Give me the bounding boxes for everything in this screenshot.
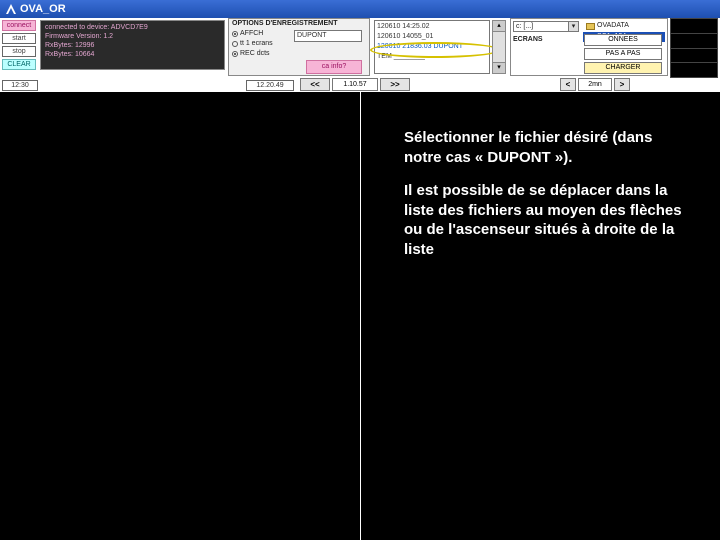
file-row-selected[interactable]: 120610 21836.03 DUPONT <box>377 42 487 52</box>
connect-button[interactable]: connect <box>2 20 36 31</box>
file-row[interactable]: 120610 14:25.02 <box>377 22 487 32</box>
prev-button[interactable]: << <box>300 78 330 91</box>
radio-icon <box>232 41 238 47</box>
window-titlebar: OVA_OR <box>0 0 720 18</box>
slot <box>671 63 717 77</box>
onnees-button[interactable]: ONNEES <box>584 34 662 46</box>
embedded-screenshot: OVA_OR connect start stop CLEAR disconne… <box>0 0 720 92</box>
instruction-text: Sélectionner le fichier désiré (dans not… <box>404 128 694 273</box>
zoom-out-button[interactable]: < <box>560 78 576 91</box>
status-rx2: RxBytes: 10664 <box>45 50 220 59</box>
left-button-column: connect start stop CLEAR <box>2 20 38 72</box>
screens-label: ECRANS <box>513 36 543 43</box>
start-button[interactable]: start <box>2 33 36 44</box>
zoom-in-button[interactable]: > <box>614 78 630 91</box>
file-list[interactable]: 120610 14:25.02 120610 14055_01 120610 2… <box>374 20 490 74</box>
scroll-up-icon[interactable]: ▴ <box>493 21 505 32</box>
mode-button[interactable]: PAS A PAS <box>584 48 662 60</box>
chevron-down-icon: ▾ <box>568 22 578 31</box>
window-title: OVA_OR <box>20 0 66 18</box>
time-left: 12:30 <box>2 80 38 91</box>
zoom-value: 2mn <box>578 78 612 91</box>
file-row[interactable]: 120610 14055_01 <box>377 32 487 42</box>
charger-button[interactable]: CHARGER <box>584 62 662 74</box>
slot <box>671 49 717 64</box>
radio-icon <box>232 51 238 57</box>
time-mid: 12.20.49 <box>246 80 294 91</box>
right-button-stack: ONNEES PAS A PAS CHARGER <box>584 34 662 74</box>
name-field[interactable]: DUPONT <box>294 30 362 42</box>
file-row[interactable]: TEM ________ <box>377 52 487 62</box>
status-rx1: RxBytes: 12996 <box>45 41 220 50</box>
status-firmware: Firmware Version: 1.2 <box>45 32 220 41</box>
black-slot-column <box>670 18 718 78</box>
zoom-nav: < 2mn > <box>560 78 630 91</box>
instruction-p2: Il est possible de se déplacer dans la l… <box>404 181 694 259</box>
radio-recdcts[interactable]: REC dcts <box>229 49 369 59</box>
folder-icon <box>586 23 595 30</box>
nav-time: 1.10.57 <box>332 78 378 91</box>
scroll-down-icon[interactable]: ▾ <box>493 62 505 73</box>
stop-button[interactable]: stop <box>2 46 36 57</box>
status-panel: connected to device: ADVCD7E9 Firmware V… <box>40 20 225 70</box>
clear-button[interactable]: CLEAR <box>2 59 36 70</box>
vertical-divider <box>360 92 361 540</box>
app-icon <box>6 4 16 14</box>
slot <box>671 34 717 49</box>
folder-ovadata[interactable]: OVADATA <box>583 21 632 31</box>
radio-icon <box>232 31 238 37</box>
next-button[interactable]: >> <box>380 78 410 91</box>
drive-combo[interactable]: c: [...] ▾ <box>513 21 579 32</box>
nav-row: << 1.10.57 >> <box>300 78 410 91</box>
slot <box>671 19 717 34</box>
ca-info-button[interactable]: ca info? <box>306 60 362 74</box>
instruction-p1: Sélectionner le fichier désiré (dans not… <box>404 128 694 167</box>
file-scrollbar[interactable]: ▴ ▾ <box>492 20 506 74</box>
options-header: OPTIONS D'ENREGISTREMENT <box>229 19 369 29</box>
status-device: connected to device: ADVCD7E9 <box>45 23 220 32</box>
